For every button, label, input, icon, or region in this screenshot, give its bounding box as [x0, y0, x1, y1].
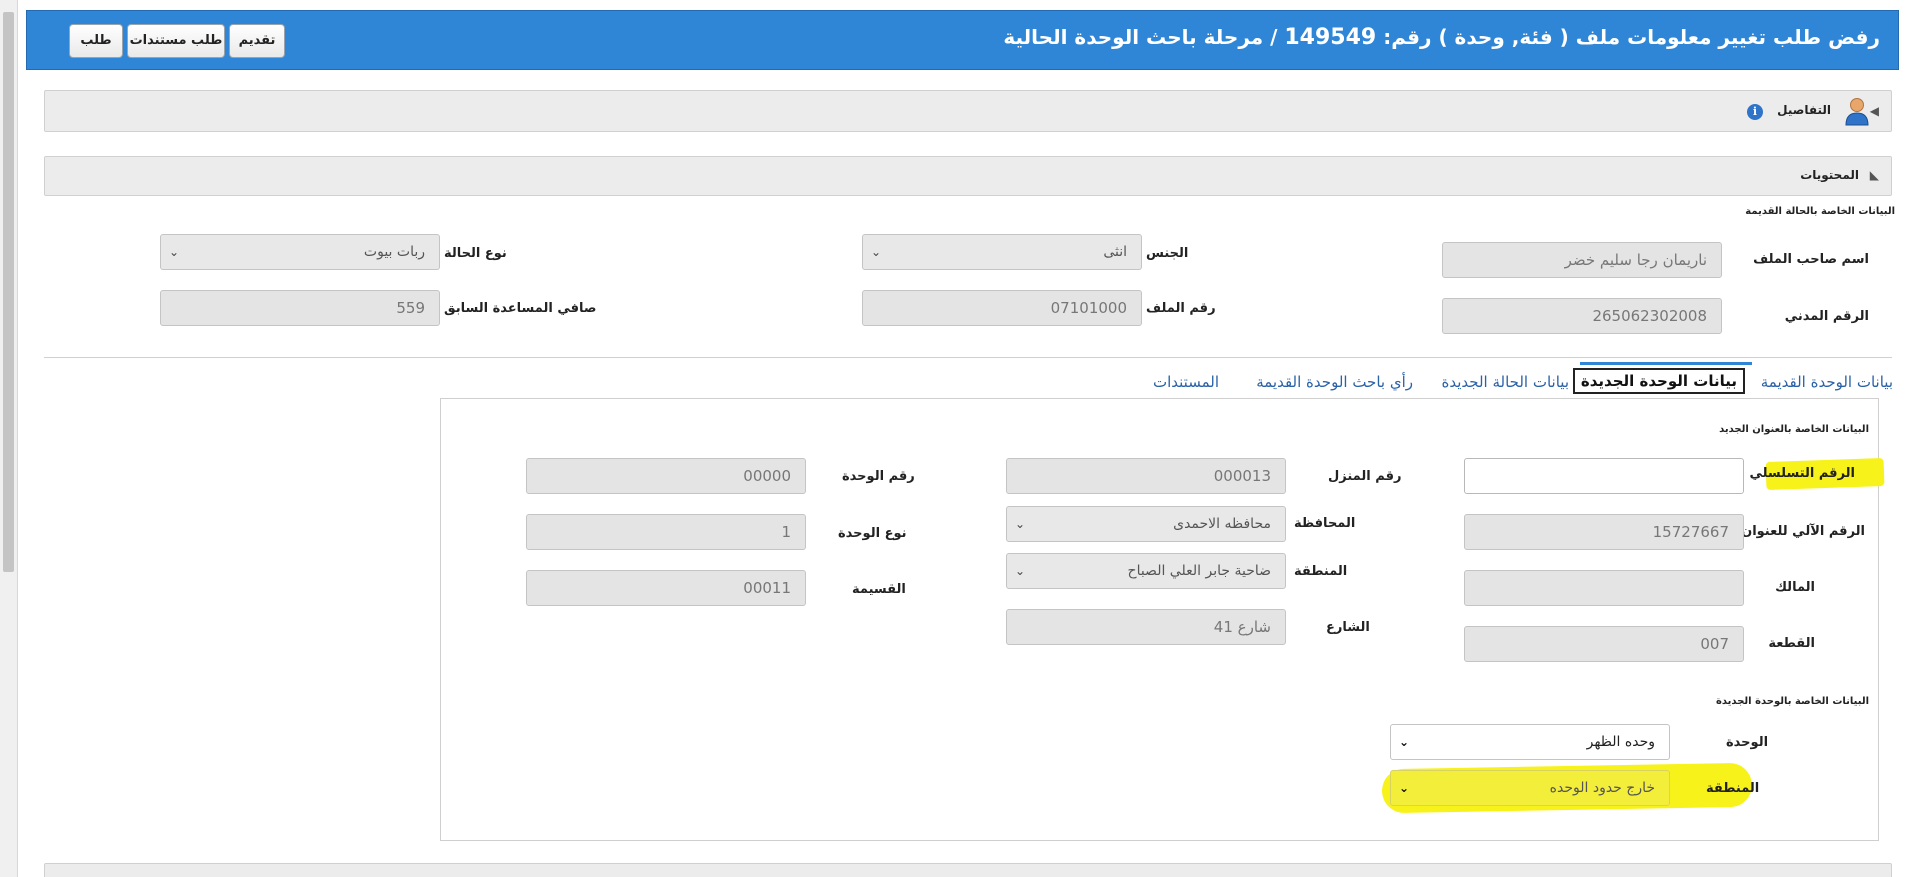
unit-no-label: رقم الوحدة [842, 469, 915, 484]
owner-label: المالك [1775, 580, 1815, 595]
submit-button[interactable]: تقديم [229, 24, 285, 58]
civil-id-field[interactable]: 265062302008 [1442, 298, 1722, 334]
vertical-scrollbar[interactable] [0, 0, 18, 877]
gender-select[interactable]: ⌄ انثى [862, 234, 1142, 270]
details-label: التفاصيل [1777, 103, 1831, 117]
new-address-section-title: البيانات الخاصة بالعنوان الجديد [1719, 424, 1869, 435]
house-no-label: رقم المنزل [1328, 469, 1402, 484]
auto-address-no-field[interactable]: 15727667 [1464, 514, 1744, 550]
unit-select[interactable]: ⌄ وحده الظهر [1390, 724, 1670, 760]
contents-label: المحتويات [1800, 168, 1859, 182]
tab-old-unit-data[interactable]: بيانات الوحدة القديمة [1761, 373, 1893, 391]
auto-address-no-label: الرقم الآلي للعنوان [1741, 524, 1865, 539]
voucher-label: القسيمة [852, 582, 906, 597]
old-case-section-title: البيانات الخاصة بالحالة القديمة [1745, 206, 1895, 217]
file-no-label: رقم الملف [1146, 301, 1216, 316]
unit-type-label: نوع الوحدة [838, 526, 907, 541]
unit-label: الوحدة [1726, 735, 1769, 750]
request-button[interactable]: طلب [69, 24, 123, 58]
contents-bar[interactable]: ◣ المحتويات [44, 156, 1892, 196]
page-title: رفض طلب تغيير معلومات ملف ( فئة, وحدة ) … [1003, 25, 1880, 50]
collapse-triangle-icon[interactable]: ◣ [1870, 168, 1879, 182]
chevron-down-icon: ⌄ [871, 245, 882, 259]
area-value: ضاحية جابر العلي الصباح [1127, 563, 1271, 579]
active-tab-indicator [1580, 362, 1752, 365]
gender-label: الجنس [1146, 246, 1189, 261]
area-select[interactable]: ⌄ ضاحية جابر العلي الصباح [1006, 553, 1286, 589]
page-header: رفض طلب تغيير معلومات ملف ( فئة, وحدة ) … [26, 10, 1899, 70]
plot-label: القطعة [1768, 636, 1815, 651]
tab-old-unit-researcher-opinion[interactable]: رأي باحث الوحدة القديمة [1256, 373, 1413, 391]
street-field[interactable]: شارع 41 [1006, 609, 1286, 645]
serial-no-label: الرقم التسلسلي [1749, 466, 1855, 481]
tab-new-unit-data[interactable]: بيانات الوحدة الجديدة [1572, 368, 1745, 394]
governorate-value: محافظه الاحمدى [1173, 516, 1271, 532]
area-label: المنطقة [1294, 564, 1348, 579]
tab-documents[interactable]: المستندات [1153, 373, 1219, 391]
governorate-label: المحافظة [1294, 516, 1356, 531]
case-type-value: ربات بيوت [363, 244, 425, 260]
section-divider [44, 357, 1892, 358]
unit-type-field[interactable]: 1 [526, 514, 806, 550]
owner-name-field[interactable]: ناريمان رجا سليم خضر [1442, 242, 1722, 278]
unit-value: وحده الظهر [1586, 734, 1655, 750]
street-label: الشارع [1326, 620, 1370, 635]
plot-field[interactable]: 007 [1464, 626, 1744, 662]
region-select[interactable]: ⌄ خارج حدود الوحده [1390, 770, 1670, 806]
region-label: المنطقة [1706, 781, 1760, 796]
case-type-select[interactable]: ⌄ ربات بيوت [160, 234, 440, 270]
chevron-down-icon: ⌄ [1015, 564, 1026, 578]
civil-id-label: الرقم المدني [1784, 309, 1869, 324]
gender-value: انثى [1103, 244, 1127, 260]
request-documents-button[interactable]: طلب مستندات [127, 24, 225, 58]
governorate-select[interactable]: ⌄ محافظه الاحمدى [1006, 506, 1286, 542]
serial-no-field[interactable] [1464, 458, 1744, 494]
info-icon[interactable]: i [1747, 104, 1763, 120]
chevron-down-icon: ⌄ [1399, 781, 1410, 795]
new-unit-section-title: البيانات الخاصة بالوحدة الجديدة [1716, 696, 1869, 707]
prev-aid-field[interactable]: 559 [160, 290, 440, 326]
title-suffix: / مرحلة باحث الوحدة الحالية [1003, 25, 1285, 49]
case-type-label: نوع الحالة [444, 246, 507, 261]
page: رفض طلب تغيير معلومات ملف ( فئة, وحدة ) … [26, 10, 1899, 877]
tab-new-case-data[interactable]: بيانات الحالة الجديدة [1442, 373, 1569, 391]
chevron-down-icon: ⌄ [169, 245, 180, 259]
next-section-bar[interactable] [44, 863, 1892, 877]
file-no-field[interactable]: 07101000 [862, 290, 1142, 326]
details-bar[interactable]: ◀ التفاصيل i [44, 90, 1892, 132]
region-value: خارج حدود الوحده [1549, 780, 1655, 796]
user-icon [1845, 98, 1869, 126]
scrollbar-thumb[interactable] [3, 12, 14, 572]
prev-aid-label: صافي المساعدة السابق [444, 301, 597, 316]
collapse-arrow-icon[interactable]: ◀ [1870, 104, 1879, 118]
house-no-field[interactable]: 000013 [1006, 458, 1286, 494]
chevron-down-icon: ⌄ [1399, 735, 1410, 749]
title-prefix: رفض طلب تغيير معلومات ملف ( فئة, وحدة ) … [1376, 25, 1880, 49]
chevron-down-icon: ⌄ [1015, 517, 1026, 531]
unit-no-field[interactable]: 00000 [526, 458, 806, 494]
owner-name-label: اسم صاحب الملف [1753, 252, 1869, 267]
owner-field[interactable] [1464, 570, 1744, 606]
title-number: 149549 [1284, 25, 1377, 50]
voucher-field[interactable]: 00011 [526, 570, 806, 606]
